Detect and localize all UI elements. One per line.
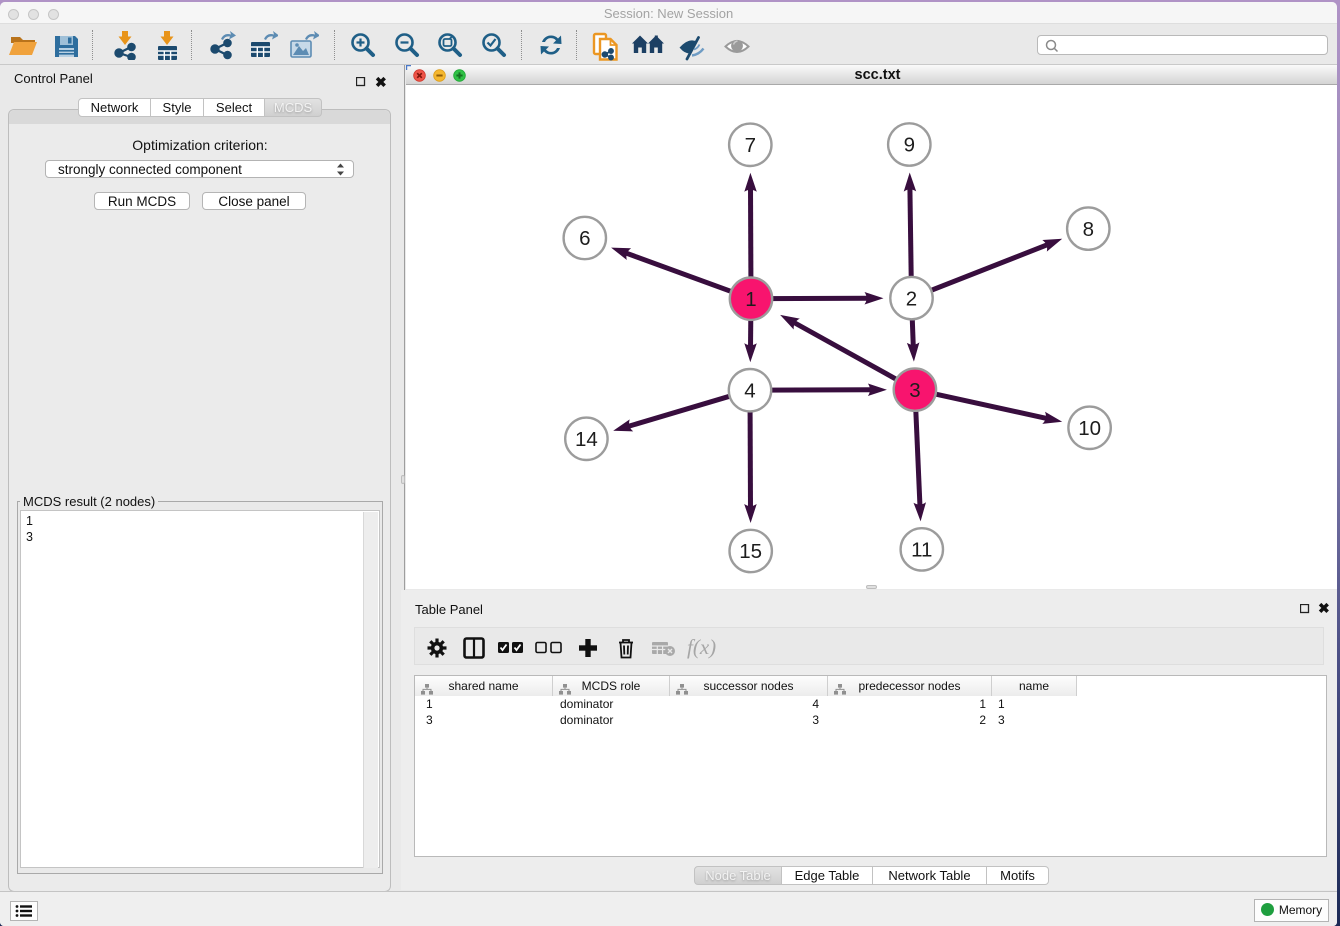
svg-text:9: 9 bbox=[904, 134, 915, 157]
svg-text:14: 14 bbox=[575, 428, 598, 451]
svg-text:6: 6 bbox=[579, 227, 590, 250]
svg-text:2: 2 bbox=[906, 287, 917, 310]
svg-text:15: 15 bbox=[739, 540, 762, 563]
svg-text:8: 8 bbox=[1083, 218, 1094, 241]
svg-text:4: 4 bbox=[744, 379, 755, 402]
svg-text:1: 1 bbox=[745, 288, 756, 311]
svg-text:11: 11 bbox=[911, 539, 932, 562]
svg-text:3: 3 bbox=[909, 379, 920, 402]
svg-text:7: 7 bbox=[745, 134, 756, 157]
svg-text:10: 10 bbox=[1078, 417, 1101, 440]
